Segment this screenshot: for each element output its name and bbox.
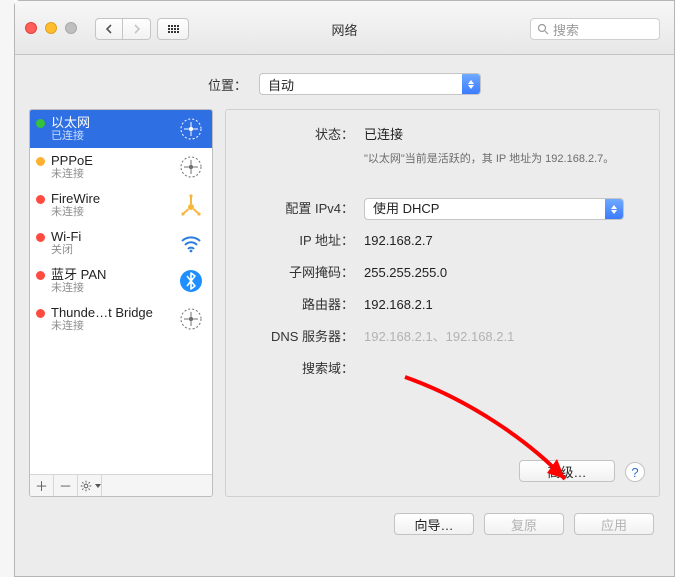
status-value: 已连接 <box>364 124 639 146</box>
status-subtext: "以太网"当前是活跃的，其 IP 地址为 192.168.2.7。 <box>364 148 624 170</box>
revert-button: 复原 <box>484 513 564 535</box>
dns-value[interactable]: 192.168.2.1、192.168.2.1 <box>364 326 639 348</box>
location-value: 自动 <box>268 75 294 94</box>
dns-label: DNS 服务器： <box>246 326 364 348</box>
background-sliver <box>0 0 14 577</box>
sidebar-item-label: Thunde…t Bridge <box>51 305 172 321</box>
titlebar: 网络 搜索 <box>15 1 674 55</box>
select-arrows-icon <box>462 74 480 94</box>
sidebar-item-status: 未连接 <box>51 320 172 333</box>
ip-row: IP 地址： 192.168.2.7 <box>246 230 639 252</box>
mask-label: 子网掩码： <box>246 262 364 284</box>
sidebar-item-status: 未连接 <box>51 206 172 219</box>
help-button[interactable]: ? <box>625 462 645 482</box>
status-dot-icon <box>36 233 45 242</box>
ipv4-config-select[interactable]: 使用 DHCP <box>364 198 624 220</box>
remove-service-button[interactable]: － <box>54 475 78 496</box>
sidebar-item-wifi[interactable]: Wi-Fi 关闭 <box>30 224 212 262</box>
search-placeholder: 搜索 <box>553 20 579 39</box>
sidebar-item-bluetooth[interactable]: 蓝牙 PAN 未连接 <box>30 262 212 300</box>
sidebar-item-status: 关闭 <box>51 244 172 257</box>
sidebar-item-pppoe[interactable]: PPPoE 未连接 <box>30 148 212 186</box>
status-dot-icon <box>36 157 45 166</box>
ethernet-icon <box>178 116 204 142</box>
main-area: 以太网 已连接 PPPoE 未连接 <box>15 109 674 497</box>
sidebar-item-status: 未连接 <box>51 168 172 181</box>
sidebar-item-label: PPPoE <box>51 153 172 169</box>
ethernet-icon <box>178 154 204 180</box>
ip-value: 192.168.2.7 <box>364 230 639 252</box>
help-icon: ? <box>631 465 638 480</box>
status-dot-icon <box>36 119 45 128</box>
dns-row: DNS 服务器： 192.168.2.1、192.168.2.1 <box>246 326 639 348</box>
advanced-button[interactable]: 高级… <box>519 460 615 482</box>
firewire-icon <box>178 192 204 218</box>
sidebar-item-ethernet[interactable]: 以太网 已连接 <box>30 110 212 148</box>
sidebar-item-status: 未连接 <box>51 282 172 295</box>
search-icon <box>537 23 549 35</box>
search-field[interactable]: 搜索 <box>530 18 660 40</box>
sidebar-item-label: Wi-Fi <box>51 229 172 245</box>
router-label: 路由器： <box>246 294 364 316</box>
wizard-button[interactable]: 向导… <box>394 513 474 535</box>
gear-icon <box>79 479 93 493</box>
sidebar-item-label: FireWire <box>51 191 172 207</box>
ipv4-config-label: 配置 IPv4： <box>246 198 364 220</box>
router-row: 路由器： 192.168.2.1 <box>246 294 639 316</box>
mask-row: 子网掩码： 255.255.255.0 <box>246 262 639 284</box>
wifi-icon <box>178 230 204 256</box>
ipv4-config-row: 配置 IPv4： 使用 DHCP <box>246 198 639 220</box>
service-actions-button[interactable] <box>78 475 102 496</box>
prefs-window: 网络 搜索 位置： 自动 以太网 已连接 <box>14 0 675 577</box>
ethernet-icon <box>178 306 204 332</box>
status-dot-icon <box>36 271 45 280</box>
location-label: 位置： <box>208 75 247 94</box>
sidebar-item-label: 以太网 <box>51 115 172 131</box>
status-dot-icon <box>36 309 45 318</box>
service-list: 以太网 已连接 PPPoE 未连接 <box>30 110 212 474</box>
sidebar-item-thunderbolt[interactable]: Thunde…t Bridge 未连接 <box>30 300 212 338</box>
sidebar-footer: ＋ － <box>30 474 212 496</box>
apply-button: 应用 <box>574 513 654 535</box>
status-row: 状态： 已连接 "以太网"当前是活跃的，其 IP 地址为 192.168.2.7… <box>246 124 639 170</box>
mask-value: 255.255.255.0 <box>364 262 639 284</box>
service-sidebar: 以太网 已连接 PPPoE 未连接 <box>29 109 213 497</box>
location-select[interactable]: 自动 <box>259 73 481 95</box>
detail-pane: 状态： 已连接 "以太网"当前是活跃的，其 IP 地址为 192.168.2.7… <box>225 109 660 497</box>
searchdomain-row: 搜索域： <box>246 358 639 380</box>
ipv4-config-value: 使用 DHCP <box>373 198 439 220</box>
searchdomain-label: 搜索域： <box>246 358 364 380</box>
sidebar-item-firewire[interactable]: FireWire 未连接 <box>30 186 212 224</box>
select-arrows-icon <box>605 199 623 219</box>
status-dot-icon <box>36 195 45 204</box>
sidebar-item-label: 蓝牙 PAN <box>51 267 172 283</box>
bluetooth-icon <box>178 268 204 294</box>
location-row: 位置： 自动 <box>15 55 674 109</box>
router-value: 192.168.2.1 <box>364 294 639 316</box>
sidebar-item-status: 已连接 <box>51 130 172 143</box>
status-label: 状态： <box>246 124 364 146</box>
action-row: 向导… 复原 应用 <box>15 497 674 535</box>
add-service-button[interactable]: ＋ <box>30 475 54 496</box>
ip-label: IP 地址： <box>246 230 364 252</box>
